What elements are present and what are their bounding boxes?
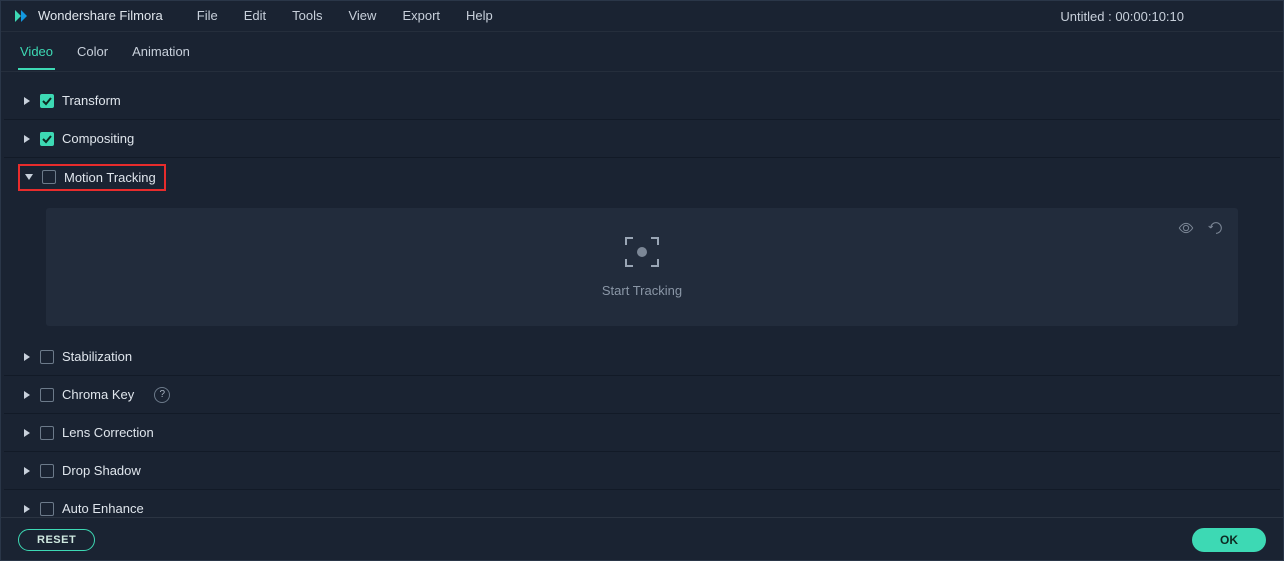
- project-title: Untitled : 00:00:10:10: [1060, 0, 1184, 32]
- checkbox-auto-enhance[interactable]: [40, 502, 54, 516]
- menu-help[interactable]: Help: [462, 4, 497, 27]
- video-panel: Transform Compositing Motion Tracking St…: [0, 72, 1284, 528]
- chevron-right-icon[interactable]: [22, 504, 32, 514]
- footer-bar: RESET OK: [0, 517, 1284, 561]
- title-bar: Wondershare Filmora File Edit Tools View…: [0, 0, 1284, 32]
- tab-animation[interactable]: Animation: [130, 34, 192, 69]
- chevron-right-icon[interactable]: [22, 466, 32, 476]
- section-transform[interactable]: Transform: [4, 82, 1280, 120]
- inspector-tabs: Video Color Animation: [0, 32, 1284, 72]
- checkbox-drop-shadow[interactable]: [40, 464, 54, 478]
- chevron-right-icon[interactable]: [22, 134, 32, 144]
- menu-export[interactable]: Export: [398, 4, 444, 27]
- app-name: Wondershare Filmora: [38, 8, 163, 23]
- label-drop-shadow: Drop Shadow: [62, 463, 141, 478]
- section-chroma-key[interactable]: Chroma Key ?: [4, 376, 1280, 414]
- label-chroma-key: Chroma Key: [62, 387, 134, 402]
- help-icon[interactable]: ?: [154, 387, 170, 403]
- eye-icon[interactable]: [1178, 220, 1194, 239]
- checkbox-chroma-key[interactable]: [40, 388, 54, 402]
- tab-video[interactable]: Video: [18, 34, 55, 69]
- label-stabilization: Stabilization: [62, 349, 132, 364]
- section-drop-shadow[interactable]: Drop Shadow: [4, 452, 1280, 490]
- checkbox-compositing[interactable]: [40, 132, 54, 146]
- undo-icon[interactable]: [1208, 220, 1224, 239]
- tracking-target-icon[interactable]: [625, 237, 659, 267]
- highlight-motion-tracking: Motion Tracking: [18, 164, 166, 191]
- start-tracking-button[interactable]: Start Tracking: [602, 283, 682, 298]
- label-compositing: Compositing: [62, 131, 134, 146]
- motion-tracking-panel: Start Tracking: [46, 208, 1238, 326]
- app-branding: Wondershare Filmora: [8, 7, 163, 25]
- label-auto-enhance: Auto Enhance: [62, 501, 144, 516]
- menu-view[interactable]: View: [344, 4, 380, 27]
- section-compositing[interactable]: Compositing: [4, 120, 1280, 158]
- section-motion-tracking[interactable]: Motion Tracking: [4, 158, 1280, 196]
- panel-action-icons: [1178, 220, 1224, 239]
- reset-button[interactable]: RESET: [18, 529, 95, 551]
- label-transform: Transform: [62, 93, 121, 108]
- chevron-right-icon[interactable]: [22, 428, 32, 438]
- ok-button[interactable]: OK: [1192, 528, 1266, 552]
- checkbox-stabilization[interactable]: [40, 350, 54, 364]
- menu-tools[interactable]: Tools: [288, 4, 326, 27]
- checkbox-lens-correction[interactable]: [40, 426, 54, 440]
- app-logo-icon: [12, 7, 30, 25]
- menu-bar: File Edit Tools View Export Help: [193, 4, 497, 27]
- chevron-down-icon[interactable]: [24, 172, 34, 182]
- label-lens-correction: Lens Correction: [62, 425, 154, 440]
- chevron-right-icon[interactable]: [22, 390, 32, 400]
- chevron-right-icon[interactable]: [22, 352, 32, 362]
- section-stabilization[interactable]: Stabilization: [4, 338, 1280, 376]
- checkbox-motion-tracking[interactable]: [42, 170, 56, 184]
- menu-file[interactable]: File: [193, 4, 222, 27]
- section-lens-correction[interactable]: Lens Correction: [4, 414, 1280, 452]
- label-motion-tracking: Motion Tracking: [64, 170, 156, 185]
- chevron-right-icon[interactable]: [22, 96, 32, 106]
- tab-color[interactable]: Color: [75, 34, 110, 69]
- menu-edit[interactable]: Edit: [240, 4, 270, 27]
- checkbox-transform[interactable]: [40, 94, 54, 108]
